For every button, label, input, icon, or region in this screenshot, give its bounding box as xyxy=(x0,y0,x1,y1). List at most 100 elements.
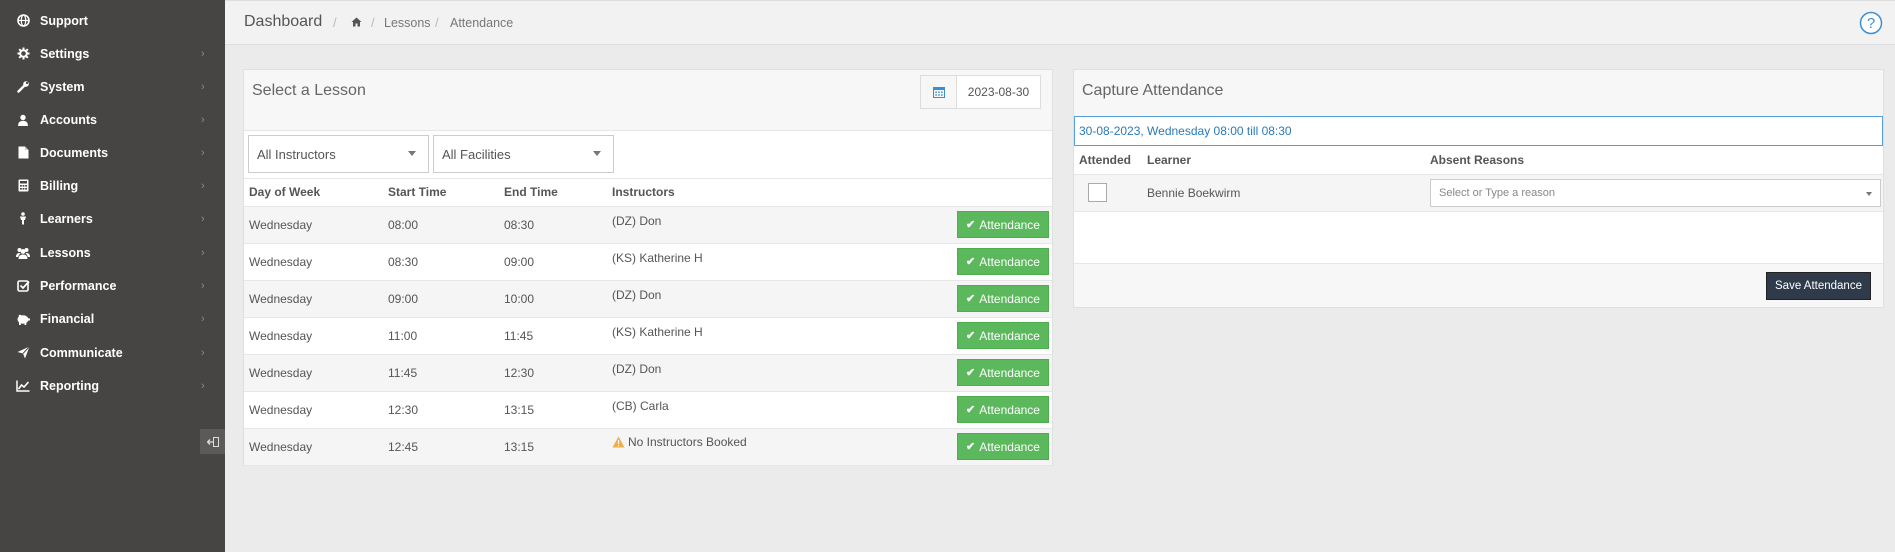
cell-start-time: 11:45 xyxy=(383,354,499,392)
cell-day: Wednesday xyxy=(244,354,383,392)
sidebar-collapse-button[interactable] xyxy=(200,429,225,454)
sidebar-item-financial[interactable]: Financial › xyxy=(0,302,225,335)
sidebar-item-communicate[interactable]: Communicate › xyxy=(0,336,225,369)
attendance-button[interactable]: ✔ Attendance xyxy=(957,359,1049,386)
check-icon: ✔ xyxy=(966,367,976,379)
capture-attendance-panel: Capture Attendance 30-08-2023, Wednesday… xyxy=(1073,69,1884,308)
absent-reason-select[interactable]: Select or Type a reason xyxy=(1430,178,1881,207)
chevron-right-icon: › xyxy=(201,246,205,259)
check-square-icon xyxy=(15,278,31,294)
sidebar-item-billing[interactable]: Billing › xyxy=(0,169,225,202)
cell-end-time: 08:30 xyxy=(499,206,607,244)
table-row[interactable]: Wednesday 08:00 08:30 (DZ) Don ✔ Attendan… xyxy=(244,206,1052,244)
chevron-right-icon: › xyxy=(201,212,205,225)
sidebar-item-label: Learners xyxy=(40,211,93,226)
date-picker[interactable]: 2023-08-30 xyxy=(920,75,1041,109)
calendar-icon[interactable] xyxy=(921,76,957,108)
home-icon[interactable] xyxy=(351,16,362,30)
cell-instructor: (DZ) Don xyxy=(607,354,907,392)
chevron-right-icon: › xyxy=(201,312,205,325)
cell-day: Wednesday xyxy=(244,428,383,466)
facility-filter-value: All Facilities xyxy=(442,146,511,162)
check-icon: ✔ xyxy=(966,219,976,231)
column-header-day: Day of Week xyxy=(244,179,383,207)
check-icon: ✔ xyxy=(966,404,976,416)
attendance-button[interactable]: ✔ Attendance xyxy=(957,396,1049,423)
sidebar-item-label: Lessons xyxy=(40,245,91,260)
attendance-table: Attended Learner Absent Reasons Bennie B… xyxy=(1074,146,1883,212)
sidebar-item-documents[interactable]: Documents › xyxy=(0,136,225,169)
sidebar-item-reporting[interactable]: Reporting › xyxy=(0,369,225,402)
cell-start-time: 08:00 xyxy=(383,206,499,244)
facility-filter-select[interactable]: All Facilities xyxy=(433,135,614,173)
filter-row: All Instructors All Facilities xyxy=(244,131,1052,179)
send-icon xyxy=(15,345,31,361)
attendance-button[interactable]: ✔ Attendance xyxy=(957,211,1049,238)
globe-icon xyxy=(15,13,31,29)
cell-learner: Bennie Boekwirm xyxy=(1142,173,1425,212)
attendance-button[interactable]: ✔ Attendance xyxy=(957,285,1049,312)
instructor-name: (DZ) Don xyxy=(612,213,662,228)
column-header-start: Start Time xyxy=(383,179,499,207)
sidebar-item-performance[interactable]: Performance › xyxy=(0,269,225,302)
help-icon[interactable]: ? xyxy=(1859,11,1883,35)
instructor-warning: No Instructors Booked xyxy=(612,435,747,449)
save-attendance-button[interactable]: Save Attendance xyxy=(1766,272,1871,300)
date-value[interactable]: 2023-08-30 xyxy=(957,76,1040,108)
lessons-table: Day of Week Start Time End Time Instruct… xyxy=(244,179,1052,466)
sidebar-item-system[interactable]: System › xyxy=(0,70,225,103)
sidebar-item-label: Support xyxy=(40,13,88,28)
svg-text:?: ? xyxy=(1867,15,1875,32)
column-header-learner: Learner xyxy=(1147,152,1192,167)
check-icon: ✔ xyxy=(966,441,976,453)
sidebar-item-settings[interactable]: Settings › xyxy=(0,37,225,70)
cell-day: Wednesday xyxy=(244,243,383,281)
cell-day: Wednesday xyxy=(244,391,383,429)
attendance-button[interactable]: ✔ Attendance xyxy=(957,248,1049,275)
check-icon: ✔ xyxy=(966,256,976,268)
sidebar: Support Settings › System › Accounts › D… xyxy=(0,0,225,552)
person-icon xyxy=(15,211,31,227)
chevron-right-icon: › xyxy=(201,179,205,192)
table-row[interactable]: Wednesday 12:30 13:15 (CB) Carla ✔ Attend… xyxy=(244,391,1052,429)
cell-instructor: (DZ) Don xyxy=(607,280,907,318)
panel-title: Capture Attendance xyxy=(1082,82,1224,99)
cell-instructor: (CB) Carla xyxy=(607,391,907,429)
sidebar-item-accounts[interactable]: Accounts › xyxy=(0,103,225,136)
select-lesson-panel: Select a Lesson 2023-08-30 All Instructo… xyxy=(243,69,1053,466)
table-row[interactable]: Wednesday 11:45 12:30 (DZ) Don ✔ Attendan… xyxy=(244,354,1052,392)
table-row[interactable]: Wednesday 09:00 10:00 (DZ) Don ✔ Attendan… xyxy=(244,280,1052,318)
caret-down-icon xyxy=(408,151,416,156)
table-row[interactable]: Wednesday 08:30 09:00 (KS) Katherine H ✔… xyxy=(244,243,1052,281)
sidebar-item-support[interactable]: Support xyxy=(0,4,225,37)
attendance-button[interactable]: ✔ Attendance xyxy=(957,322,1049,349)
instructor-name: (DZ) Don xyxy=(612,361,662,376)
instructor-name: (CB) Carla xyxy=(612,398,669,413)
cell-action: ✔ Attendance xyxy=(907,243,1052,281)
sidebar-item-learners[interactable]: Learners › xyxy=(0,202,225,235)
attendance-button-label: Attendance xyxy=(979,254,1040,269)
caret-down-icon xyxy=(593,151,601,156)
table-row[interactable]: Wednesday 12:45 13:15 No Instructors Boo… xyxy=(244,428,1052,466)
chevron-right-icon: › xyxy=(201,80,205,93)
panel-title: Select a Lesson xyxy=(252,82,366,99)
panel-header: Capture Attendance xyxy=(1074,70,1883,116)
column-header-attended: Attended xyxy=(1079,152,1131,167)
cell-action: ✔ Attendance xyxy=(907,428,1052,466)
caret-down-icon xyxy=(1866,191,1872,196)
wrench-icon xyxy=(15,79,31,95)
chevron-right-icon: › xyxy=(201,113,205,126)
attendance-button-label: Attendance xyxy=(979,439,1040,454)
breadcrumb-lessons[interactable]: Lessons xyxy=(384,16,431,30)
table-row[interactable]: Wednesday 11:00 11:45 (KS) Katherine H ✔… xyxy=(244,317,1052,355)
cell-start-time: 09:00 xyxy=(383,280,499,318)
attendance-button[interactable]: ✔ Attendance xyxy=(957,433,1049,460)
instructor-filter-select[interactable]: All Instructors xyxy=(248,135,429,173)
chevron-right-icon: › xyxy=(201,279,205,292)
cell-instructor: No Instructors Booked xyxy=(607,428,907,466)
column-header-actions xyxy=(907,179,1052,207)
gear-icon xyxy=(15,46,31,62)
sign-out-icon xyxy=(206,436,219,447)
sidebar-item-lessons[interactable]: Lessons › xyxy=(0,236,225,269)
attended-checkbox[interactable] xyxy=(1088,183,1107,202)
